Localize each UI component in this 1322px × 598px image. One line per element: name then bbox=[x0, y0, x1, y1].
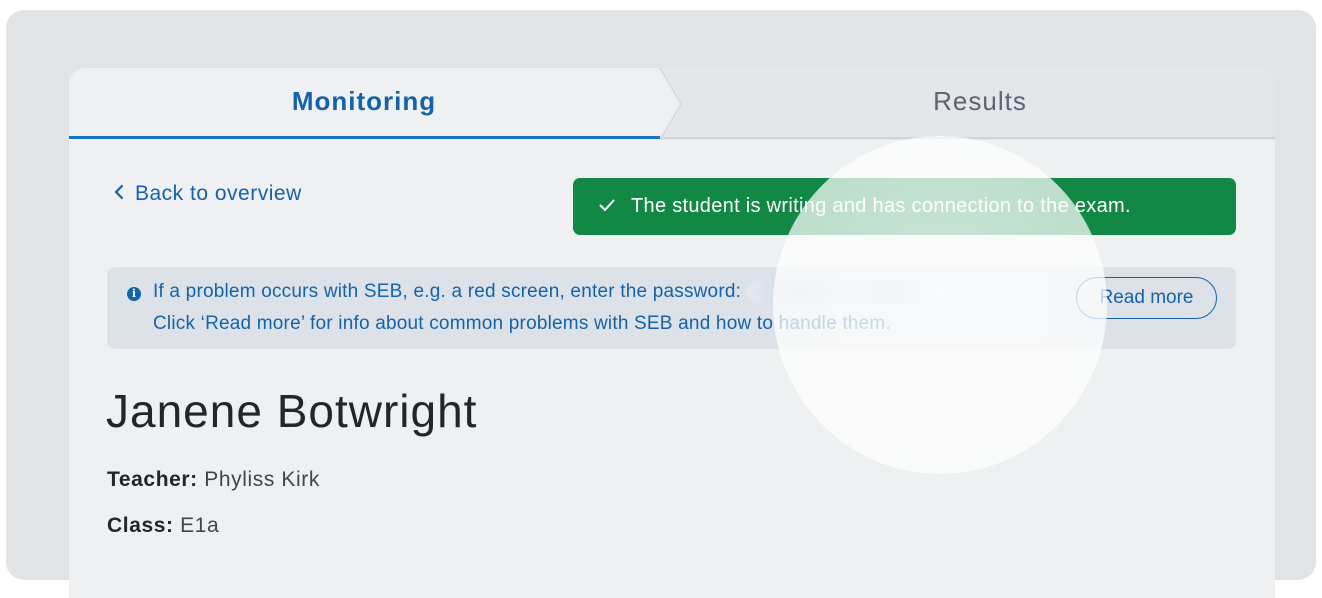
blurred-password bbox=[747, 281, 944, 303]
back-link-label[interactable]: Back to overview bbox=[135, 182, 302, 206]
info-icon: i bbox=[127, 287, 141, 301]
connection-status-banner: The student is writing and has connectio… bbox=[573, 178, 1236, 235]
student-monitoring-card: Monitoring Results Back to overview The … bbox=[69, 68, 1275, 598]
chevron-left-icon bbox=[113, 183, 125, 206]
checkmark-icon bbox=[599, 195, 615, 218]
info-line-1: If a problem occurs with SEB, e.g. a red… bbox=[153, 281, 944, 303]
teacher-row: Teacher: Phyliss Kirk bbox=[107, 468, 320, 492]
back-to-overview-link[interactable]: Back to overview bbox=[113, 182, 302, 206]
tab-results-label[interactable]: Results bbox=[685, 86, 1275, 117]
class-row: Class: E1a bbox=[107, 514, 219, 538]
status-message: The student is writing and has connectio… bbox=[631, 195, 1131, 217]
class-label: Class: bbox=[107, 514, 174, 537]
teacher-value: Phyliss Kirk bbox=[204, 468, 320, 491]
teacher-label: Teacher: bbox=[107, 468, 198, 491]
active-tab-indicator bbox=[69, 136, 660, 139]
info-text-1: If a problem occurs with SEB, e.g. a red… bbox=[153, 281, 742, 303]
read-more-button[interactable]: Read more bbox=[1076, 277, 1217, 319]
seb-info-box: i If a problem occurs with SEB, e.g. a r… bbox=[107, 267, 1236, 349]
app-frame: Monitoring Results Back to overview The … bbox=[6, 10, 1316, 598]
tab-bar: Monitoring Results bbox=[69, 68, 1275, 140]
student-name: Janene Botwright bbox=[106, 385, 478, 437]
info-line-2: Click ‘Read more’ for info about common … bbox=[153, 313, 891, 334]
tab-divider bbox=[660, 137, 1275, 139]
class-value: E1a bbox=[180, 514, 220, 537]
tab-monitoring-label[interactable]: Monitoring bbox=[69, 86, 659, 117]
